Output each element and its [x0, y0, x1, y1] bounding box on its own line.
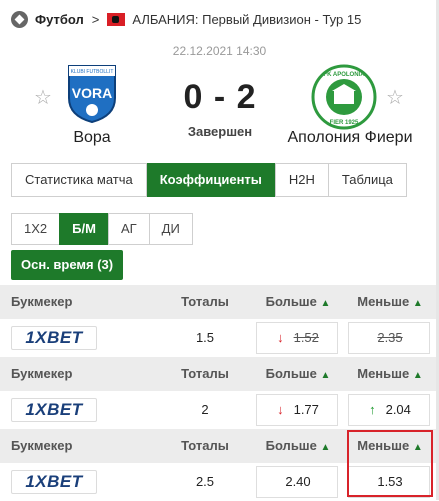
sort-triangle-icon: ▲ — [320, 370, 331, 381]
match-score: 0 - 2 — [183, 78, 257, 116]
svg-text:FIER 1925: FIER 1925 — [330, 120, 359, 126]
subtab-1x2[interactable]: 1X2 — [11, 213, 60, 245]
period-button[interactable]: Осн. время (3) — [11, 250, 124, 280]
favorite-home-star-icon[interactable]: ☆ — [34, 85, 52, 110]
tab-h2h[interactable]: H2H — [276, 164, 329, 196]
bookmaker-logo[interactable]: 1XBET — [11, 470, 97, 494]
chevron-right-icon: > — [91, 11, 100, 27]
away-team-name[interactable]: Аполония Фиери — [270, 129, 430, 147]
soccer-ball-icon — [11, 10, 28, 28]
table-row: 1XBET 1.5 ↓ 1.52 2.35 — [0, 319, 439, 357]
match-tabs: Статистика матча Коэффициенты H2H Таблиц… — [11, 163, 407, 197]
header-totals: Тоталы — [181, 294, 229, 309]
over-odds: ↓ 1.77 — [277, 402, 319, 417]
sort-triangle-icon: ▲ — [320, 442, 331, 453]
header-under[interactable]: Меньше ▲ — [350, 294, 430, 309]
breadcrumb-sport[interactable]: Футбол — [35, 12, 84, 27]
header-bookmaker: Букмекер — [11, 366, 73, 381]
match-datetime: 22.12.2021 14:30 — [172, 44, 267, 58]
subtab-asian-handicap[interactable]: АГ — [107, 213, 149, 245]
table-header: Букмекер Тоталы Больше ▲ Меньше ▲ — [0, 285, 439, 319]
svg-text:FK APOLONIA: FK APOLONIA — [323, 72, 365, 78]
sort-triangle-icon: ▲ — [412, 298, 423, 309]
arrow-down-icon: ↓ — [277, 402, 284, 417]
table-header: Букмекер Тоталы Больше ▲ Меньше ▲ — [0, 357, 439, 391]
breadcrumb-league[interactable]: АЛБАНИЯ: Первый Дивизион - Тур 15 — [132, 12, 361, 27]
breadcrumb: Футбол > АЛБАНИЯ: Первый Дивизион - Тур … — [0, 0, 439, 38]
table-row: 1XBET 2 ↓ 1.77 ↑ 2.04 — [0, 391, 439, 429]
highlight-box — [347, 430, 433, 497]
header-bookmaker: Букмекер — [11, 294, 73, 309]
header-over[interactable]: Больше ▲ — [258, 366, 338, 381]
bookmaker-logo[interactable]: 1XBET — [11, 326, 97, 350]
header-over[interactable]: Больше ▲ — [258, 438, 338, 453]
tab-standings[interactable]: Таблица — [329, 164, 407, 196]
subtab-over-under[interactable]: Б/М — [59, 213, 108, 245]
svg-text:KLUBI FUTBOLLIT: KLUBI FUTBOLLIT — [71, 69, 114, 75]
favorite-away-star-icon[interactable]: ☆ — [386, 85, 404, 110]
over-odds: 2.40 — [285, 474, 311, 489]
vora-logo-icon: KLUBI FUTBOLLIT VORA — [68, 65, 116, 124]
albania-flag-icon — [107, 12, 126, 26]
total-value: 2 — [201, 402, 209, 417]
under-odds: ↑ 2.04 — [369, 402, 411, 417]
home-team-name[interactable]: Вора — [40, 129, 144, 147]
header-bookmaker: Букмекер — [11, 438, 73, 453]
total-value: 1.5 — [195, 330, 215, 345]
away-team-logo[interactable]: FK APOLONIA FIER 1925 — [311, 64, 377, 130]
apolonia-logo-icon: FK APOLONIA FIER 1925 — [311, 64, 377, 130]
bookmaker-logo[interactable]: 1XBET — [11, 398, 97, 422]
subtab-double-chance[interactable]: ДИ — [148, 213, 193, 245]
sort-triangle-icon: ▲ — [412, 370, 423, 381]
svg-text:VORA: VORA — [72, 85, 112, 101]
header-under[interactable]: Меньше ▲ — [350, 366, 430, 381]
odds-subtabs: 1X2 Б/М АГ ДИ — [11, 213, 193, 245]
header-totals: Тоталы — [181, 366, 229, 381]
home-team-logo[interactable]: KLUBI FUTBOLLIT VORA — [61, 62, 123, 124]
match-status: Завершен — [187, 124, 253, 139]
tab-odds[interactable]: Коэффициенты — [146, 163, 276, 197]
header-over[interactable]: Больше ▲ — [258, 294, 338, 309]
header-totals: Тоталы — [181, 438, 229, 453]
tab-statistics[interactable]: Статистика матча — [12, 164, 147, 196]
over-odds: ↓ 1.52 — [277, 330, 319, 345]
under-odds: 2.35 — [377, 330, 403, 345]
arrow-up-icon: ↑ — [369, 402, 376, 417]
sort-triangle-icon: ▲ — [320, 298, 331, 309]
arrow-down-icon: ↓ — [277, 330, 284, 345]
total-value: 2.5 — [195, 474, 215, 489]
